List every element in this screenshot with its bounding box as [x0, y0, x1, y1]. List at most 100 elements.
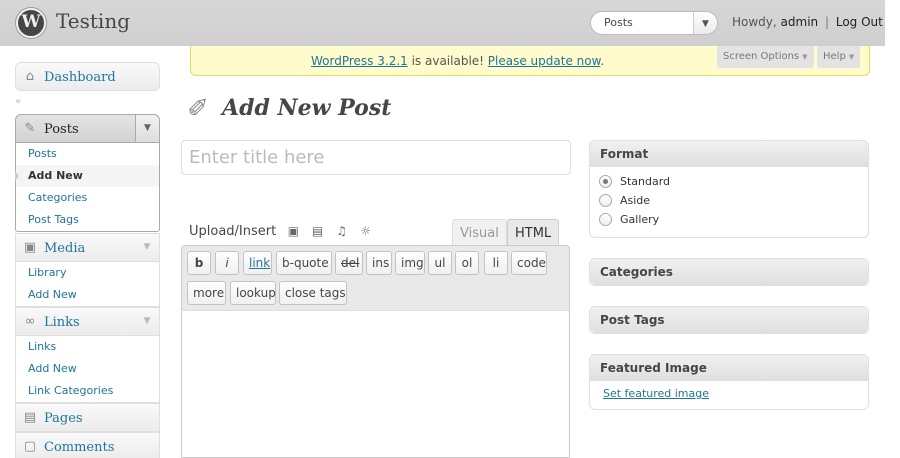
submenu-item-add-new-post[interactable]: Add New [15, 165, 159, 187]
link-button[interactable]: link [243, 251, 272, 275]
chain-link-icon: ∞ [24, 314, 36, 329]
format-option-aside[interactable]: Aside [598, 191, 860, 210]
logout-link[interactable]: Log Out [836, 15, 883, 29]
add-video-icon[interactable]: ▤ [311, 224, 325, 238]
menu-comments[interactable]: ▢ Comments [15, 432, 160, 458]
site-title[interactable]: Testing [56, 9, 130, 33]
media-icon: ▣ [23, 240, 37, 255]
format-option-standard[interactable]: Standard [598, 172, 860, 191]
admin-header: W Testing Posts ▼ Howdy, admin | Log Out [0, 0, 885, 46]
add-audio-icon[interactable]: ♫ [335, 224, 349, 238]
user-info: Howdy, admin | Log Out [732, 15, 883, 29]
speech-bubble-icon: ▢ [23, 439, 37, 454]
format-option-gallery[interactable]: Gallery [598, 210, 860, 229]
update-message-end: . [600, 54, 605, 68]
format-metabox-title[interactable]: Format [590, 141, 868, 167]
post-tags-metabox-title[interactable]: Post Tags [590, 307, 868, 333]
menu-dashboard-label: Dashboard [44, 70, 116, 85]
tab-visual[interactable]: Visual [452, 219, 507, 246]
submenu-item-links[interactable]: Links [16, 336, 159, 358]
post-tags-metabox: Post Tags [589, 306, 869, 334]
help-label: Help [823, 51, 846, 62]
featured-image-inside: Set featured image [590, 381, 868, 406]
featured-image-metabox: Featured Image Set featured image [589, 354, 869, 410]
collapse-menu-icon[interactable]: « [15, 96, 21, 107]
menu-pages[interactable]: ▤ Pages [15, 403, 160, 432]
submenu-item-posts[interactable]: Posts [16, 143, 159, 165]
screen-options-button[interactable]: Screen Options ▼ [717, 46, 814, 68]
submenu-item-library[interactable]: Library [16, 262, 159, 284]
format-option-label: Aside [620, 194, 651, 207]
menu-links-head[interactable]: ∞ Links ▼ [15, 307, 160, 336]
chevron-down-icon[interactable]: ▼ [693, 12, 717, 34]
howdy-text: Howdy, [732, 15, 777, 29]
lookup-button[interactable]: lookup [230, 281, 276, 305]
ol-button[interactable]: ol [455, 251, 479, 275]
radio-unselected[interactable] [599, 194, 612, 207]
add-image-icon[interactable]: ▣ [286, 224, 300, 238]
menu-toggle-icon[interactable]: ▼ [135, 115, 159, 142]
upload-insert-label: Upload/Insert [189, 224, 277, 239]
del-button[interactable]: del [335, 251, 363, 275]
post-content-textarea[interactable] [181, 310, 570, 458]
menu-toggle-icon[interactable]: ▼ [135, 308, 159, 335]
menu-links-label: Links [44, 315, 80, 330]
submenu-item-post-tags[interactable]: Post Tags [16, 209, 159, 231]
favorite-actions-label: Posts [604, 16, 633, 29]
categories-metabox: Categories [589, 258, 869, 286]
ul-button[interactable]: ul [428, 251, 452, 275]
username-link[interactable]: admin [781, 15, 819, 29]
submenu-item-add-new-link[interactable]: Add New [16, 358, 159, 380]
li-button[interactable]: li [484, 251, 508, 275]
screen-options-label: Screen Options [723, 51, 800, 62]
page-title: Add New Post [222, 95, 392, 121]
menu-posts: ✎ Posts ▼ Posts Add New Categories Post … [15, 114, 160, 232]
quicktags-toolbar: b i link b-quote del ins img ul ol li co… [181, 245, 570, 311]
post-title-input[interactable] [181, 140, 571, 175]
submenu-item-categories[interactable]: Categories [16, 187, 159, 209]
menu-dashboard[interactable]: ⌂ Dashboard [15, 62, 160, 91]
format-metabox: Format Standard Aside Gallery [589, 140, 869, 238]
radio-unselected[interactable] [599, 213, 612, 226]
img-button[interactable]: img [395, 251, 425, 275]
menu-media: ▣ Media ▼ Library Add New [15, 233, 160, 307]
pages-icon: ▤ [23, 410, 37, 425]
menu-dashboard-head[interactable]: ⌂ Dashboard [15, 62, 160, 91]
menu-toggle-icon[interactable]: ▼ [135, 234, 159, 261]
home-icon: ⌂ [25, 69, 35, 84]
featured-image-metabox-title[interactable]: Featured Image [590, 355, 868, 381]
categories-metabox-title[interactable]: Categories [590, 259, 868, 285]
close-tags-button[interactable]: close tags [279, 281, 347, 305]
links-submenu: Links Add New Link Categories [15, 336, 160, 403]
update-message: WordPress 3.2.1 is available! Please upd… [311, 54, 604, 68]
wordpress-version-link[interactable]: WordPress 3.2.1 [311, 54, 408, 68]
menu-media-label: Media [44, 241, 86, 256]
set-featured-image-link[interactable]: Set featured image [603, 387, 709, 400]
chevron-down-icon: ▼ [802, 53, 808, 61]
update-now-link[interactable]: Please update now [488, 54, 601, 68]
bold-button[interactable]: b [187, 251, 211, 275]
blockquote-button[interactable]: b-quote [276, 251, 332, 275]
menu-pages-head[interactable]: ▤ Pages [15, 403, 160, 432]
menu-posts-head[interactable]: ✎ Posts ▼ [15, 114, 160, 143]
submenu-item-add-new-media[interactable]: Add New [16, 284, 159, 306]
ins-button[interactable]: ins [366, 251, 392, 275]
update-message-text: is available! [407, 54, 488, 68]
help-button[interactable]: Help ▼ [817, 46, 861, 68]
media-buttons: Upload/Insert ▣ ▤ ♫ ☼ [189, 224, 373, 239]
favorite-actions-dropdown[interactable]: Posts ▼ [590, 11, 718, 35]
pushpin-icon: ✎ [24, 121, 36, 136]
add-media-icon[interactable]: ☼ [359, 224, 373, 238]
menu-comments-head[interactable]: ▢ Comments [15, 432, 160, 458]
submenu-item-link-categories[interactable]: Link Categories [16, 380, 159, 402]
tab-html[interactable]: HTML [507, 219, 560, 246]
menu-links: ∞ Links ▼ Links Add New Link Categories [15, 307, 160, 403]
chevron-down-icon: ▼ [848, 53, 855, 61]
more-button[interactable]: more [187, 281, 226, 305]
code-button[interactable]: code [511, 251, 547, 275]
radio-selected[interactable] [599, 175, 612, 188]
italic-button[interactable]: i [215, 251, 239, 275]
wordpress-logo-icon[interactable]: W [16, 8, 46, 38]
menu-media-head[interactable]: ▣ Media ▼ [15, 233, 160, 262]
media-submenu: Library Add New [15, 262, 160, 307]
